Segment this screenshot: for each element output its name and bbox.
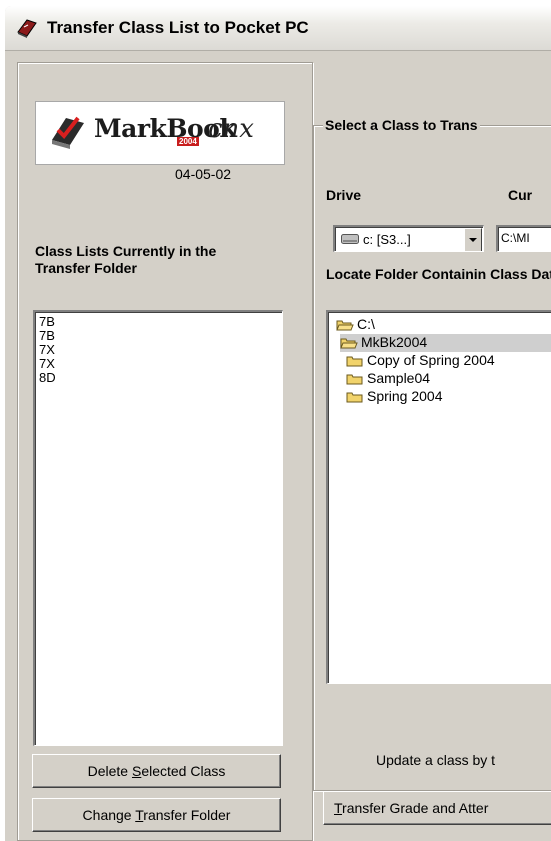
list-item[interactable]: 7B	[35, 315, 282, 329]
tree-item-root[interactable]: C:\	[336, 316, 375, 334]
class-lists-listbox[interactable]: 7B 7B 7X 7X 8D	[33, 310, 283, 746]
list-item[interactable]: 7X	[35, 357, 282, 371]
delete-button-prefix: Delete	[87, 763, 132, 779]
list-item[interactable]: 8D	[35, 371, 282, 385]
open-folder-icon	[340, 338, 358, 349]
transfer-grade-button[interactable]: Transfer Grade and Atter	[323, 791, 551, 825]
locate-folder-label: Locate Folder Containin Class Data	[326, 266, 551, 282]
tree-item-label: Copy of Spring 2004	[367, 352, 495, 368]
tree-item-copy-of-spring-2004[interactable]: Copy of Spring 2004	[346, 352, 495, 370]
tree-item-mkbk2004[interactable]: MkBk2004	[340, 334, 551, 352]
current-folder-label: Cur	[508, 187, 533, 203]
folder-tree[interactable]: C:\ MkBk2004 Copy of Spring 2004 Sample0…	[326, 310, 551, 684]
folder-icon	[346, 356, 363, 367]
delete-button-suffix: elected Class	[141, 763, 226, 779]
tree-item-label: MkBk2004	[361, 334, 428, 350]
book-checkmark-icon	[52, 116, 84, 149]
hard-drive-icon	[341, 234, 359, 244]
dialog-body: MarkBook 2004 cnx 04-05-02 Class Lists C…	[5, 51, 551, 841]
folder-icon	[346, 374, 363, 385]
tree-item-label: Spring 2004	[367, 388, 443, 404]
tree-item-sample04[interactable]: Sample04	[346, 370, 430, 388]
logo-suffix: cnx	[208, 114, 254, 144]
select-class-group-title: Select a Class to Trans	[323, 117, 480, 133]
open-folder-icon	[336, 320, 354, 331]
current-path-field[interactable]: C:\MI	[496, 225, 551, 252]
version-date: 04-05-02	[175, 166, 232, 182]
current-path-value: C:\MI	[501, 231, 530, 245]
markbook-app-icon	[17, 19, 37, 38]
tree-item-label: C:\	[357, 316, 375, 332]
folder-icon	[346, 392, 363, 403]
transfer-button-accel: T	[334, 800, 343, 816]
update-class-hint: Update a class by t	[376, 752, 496, 768]
drive-select[interactable]: c: [S3...]	[333, 225, 484, 252]
delete-button-accel: S	[131, 763, 142, 779]
tree-item-label: Sample04	[367, 370, 431, 386]
list-item[interactable]: 7X	[35, 343, 282, 357]
tree-item-spring-2004[interactable]: Spring 2004	[346, 388, 443, 406]
change-transfer-folder-button[interactable]: Change Transfer Folder	[32, 798, 281, 832]
drive-select-value: c: [S3...]	[363, 232, 411, 247]
change-button-prefix: Change	[82, 807, 136, 823]
chevron-down-icon[interactable]	[464, 228, 482, 251]
transfer-button-suffix: ransfer Grade and Atter	[342, 800, 489, 816]
transfer-window: Transfer Class List to Pocket PC MarkBoo…	[3, 4, 551, 841]
class-lists-label: Class Lists Currently in the Transfer Fo…	[35, 243, 217, 276]
title-bar[interactable]: Transfer Class List to Pocket PC	[5, 6, 551, 51]
delete-selected-class-button[interactable]: Delete Selected Class	[32, 754, 281, 788]
markbook-logo: MarkBook 2004 cnx	[35, 101, 285, 165]
change-button-suffix: ransfer Folder	[143, 807, 231, 823]
drive-label: Drive	[326, 187, 362, 203]
list-item[interactable]: 7B	[35, 329, 282, 343]
logo-year-badge: 2004	[177, 137, 199, 146]
window-title: Transfer Class List to Pocket PC	[47, 18, 309, 37]
